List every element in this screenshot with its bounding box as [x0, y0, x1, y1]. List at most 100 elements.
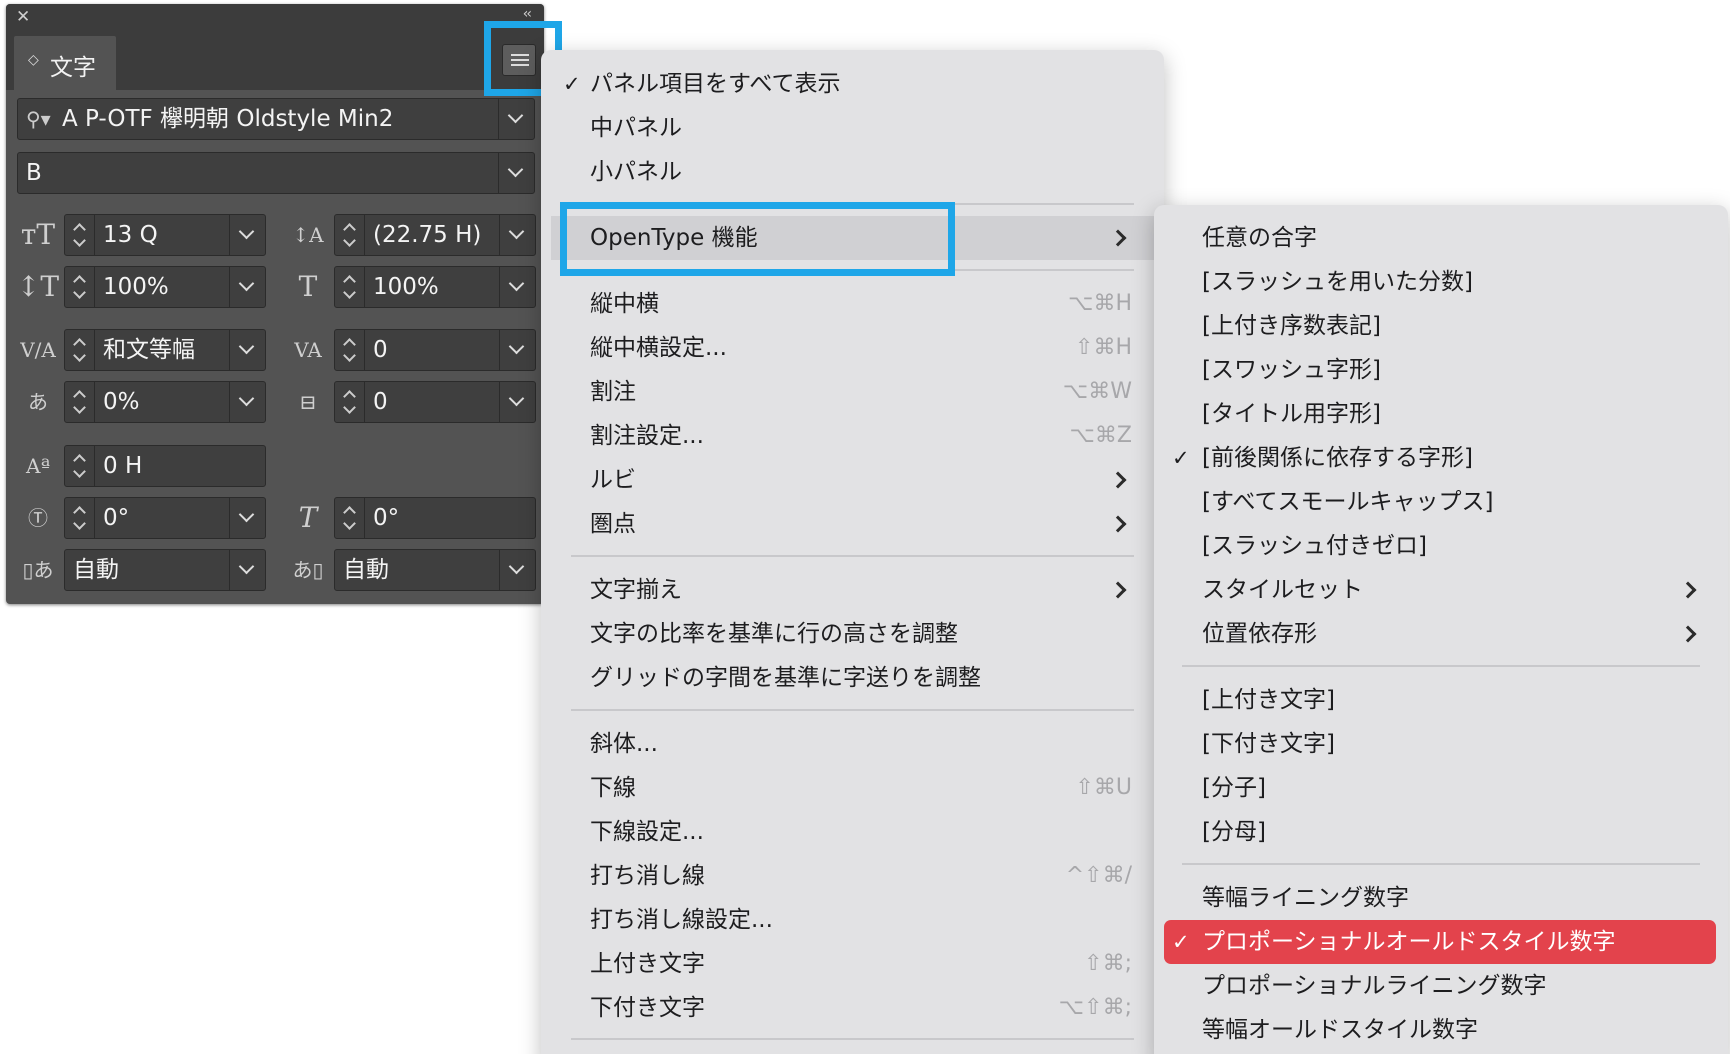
- menu-item[interactable]: ✓ パネル項目をすべて表示: [541, 62, 1164, 106]
- font-size-stepper[interactable]: [65, 215, 95, 255]
- kerning-stepper[interactable]: [65, 330, 95, 370]
- tracking-stepper[interactable]: [335, 330, 365, 370]
- vertical-scale-stepper[interactable]: [65, 267, 95, 307]
- menu-item-label: 圏点: [590, 511, 636, 537]
- menu-item[interactable]: 文字揃え: [541, 568, 1164, 612]
- leading-stepper[interactable]: [335, 215, 365, 255]
- kerning-dropdown[interactable]: [229, 330, 265, 370]
- grid-spacing-field[interactable]: 0: [334, 381, 536, 423]
- menu-item[interactable]: 割注設定... ⌥⌘Z: [541, 414, 1164, 458]
- leading-field[interactable]: (22.75 H): [334, 214, 536, 256]
- font-size-field[interactable]: 13 Q: [64, 214, 266, 256]
- skew-icon: T: [298, 501, 318, 534]
- menu-item-label: 下付き文字: [590, 995, 705, 1021]
- aki-before-dropdown[interactable]: [229, 550, 265, 590]
- aki-after-dropdown[interactable]: [499, 550, 535, 590]
- submenu-item[interactable]: [上付き文字]: [1154, 678, 1728, 722]
- font-size-dropdown[interactable]: [229, 215, 265, 255]
- submenu-item[interactable]: 位置依存形: [1154, 612, 1728, 656]
- submenu-item[interactable]: [スラッシュを用いた分数]: [1154, 260, 1728, 304]
- menu-item[interactable]: 下付き文字 ⌥⇧⌘;: [541, 986, 1164, 1030]
- submenu-item[interactable]: [スラッシュ付きゼロ]: [1154, 524, 1728, 568]
- rotation-stepper[interactable]: [65, 498, 95, 538]
- tracking-field[interactable]: 0: [334, 329, 536, 371]
- font-family-field[interactable]: ⚲▾ A P-OTF 欅明朝 Oldstyle Min2: [17, 98, 535, 140]
- menu-item[interactable]: グリッドの字間を基準に字送りを調整: [541, 656, 1164, 700]
- menu-item[interactable]: 縦中横 ⌥⌘H: [541, 282, 1164, 326]
- tracking-dropdown[interactable]: [499, 330, 535, 370]
- skew-field[interactable]: 0°: [334, 497, 536, 539]
- submenu-item[interactable]: 等幅オールドスタイル数字: [1154, 1008, 1728, 1052]
- menu-item[interactable]: 斜体...: [541, 722, 1164, 766]
- menu-item[interactable]: 打ち消し線 ^⇧⌘/: [541, 854, 1164, 898]
- vertical-scale-field[interactable]: 100%: [64, 266, 266, 308]
- menu-item[interactable]: 打ち消し線設定...: [541, 898, 1164, 942]
- submenu-item[interactable]: ✓ [前後関係に依存する字形]: [1154, 436, 1728, 480]
- tsume-field[interactable]: 0%: [64, 381, 266, 423]
- rotation-field[interactable]: 0°: [64, 497, 266, 539]
- menu-item[interactable]: 下線 ⇧⌘U: [541, 766, 1164, 810]
- submenu-item[interactable]: ✓ プロポーショナルオールドスタイル数字: [1164, 920, 1716, 964]
- tab-character[interactable]: ◇ 文字: [14, 36, 116, 90]
- kerning-field[interactable]: 和文等幅: [64, 329, 266, 371]
- skew-stepper[interactable]: [335, 498, 365, 538]
- submenu-item[interactable]: [すべてスモールキャップス]: [1154, 480, 1728, 524]
- leading-dropdown[interactable]: [499, 215, 535, 255]
- aki-before-value: 自動: [73, 557, 119, 583]
- horizontal-scale-dropdown[interactable]: [499, 267, 535, 307]
- submenu-item-label: [分子]: [1202, 775, 1266, 801]
- shortcut-label: ⌥⌘W: [1062, 379, 1132, 404]
- baseline-shift-field[interactable]: 0 H: [64, 445, 266, 487]
- menu-item-label: 文字の比率を基準に行の高さを調整: [590, 621, 958, 647]
- collapse-icon[interactable]: ‹‹: [523, 6, 532, 22]
- horizontal-scale-value: 100%: [373, 274, 439, 300]
- tracking-icon: VA: [294, 338, 322, 362]
- grid-spacing-dropdown[interactable]: [499, 382, 535, 422]
- font-style-dropdown[interactable]: [498, 153, 534, 193]
- aki-before-icon: ▯あ: [22, 558, 54, 582]
- grid-spacing-icon: ⊟: [299, 390, 317, 414]
- tsume-stepper[interactable]: [65, 382, 95, 422]
- menu-item[interactable]: 縦中横設定... ⇧⌘H: [541, 326, 1164, 370]
- submenu-item[interactable]: [下付き文字]: [1154, 722, 1728, 766]
- aki-after-field[interactable]: 自動: [334, 549, 536, 591]
- submenu-item[interactable]: [タイトル用字形]: [1154, 392, 1728, 436]
- menu-item[interactable]: 上付き文字 ⇧⌘;: [541, 942, 1164, 986]
- grid-spacing-stepper[interactable]: [335, 382, 365, 422]
- menu-item[interactable]: 圏点: [541, 502, 1164, 546]
- menu-item[interactable]: 割注 ⌥⌘W: [541, 370, 1164, 414]
- submenu-item-label: プロポーショナルライニング数字: [1202, 973, 1547, 999]
- menu-separator: [571, 555, 1134, 557]
- submenu-item[interactable]: [分母]: [1154, 810, 1728, 854]
- menu-item[interactable]: ルビ: [541, 458, 1164, 502]
- checkmark-icon: ✓: [1172, 930, 1190, 954]
- tsume-dropdown[interactable]: [229, 382, 265, 422]
- submenu-item[interactable]: プロポーショナルライニング数字: [1154, 964, 1728, 1008]
- submenu-item[interactable]: 任意の合字: [1154, 216, 1728, 260]
- tab-toggle-icon[interactable]: ◇: [28, 52, 39, 68]
- submenu-item[interactable]: [分子]: [1154, 766, 1728, 810]
- submenu-item[interactable]: [スワッシュ字形]: [1154, 348, 1728, 392]
- baseline-shift-stepper[interactable]: [65, 446, 95, 486]
- font-style-field[interactable]: B: [17, 152, 535, 194]
- font-family-dropdown[interactable]: [498, 99, 534, 139]
- submenu-item-label: 等幅ライニング数字: [1202, 885, 1409, 911]
- submenu-item[interactable]: 等幅ライニング数字: [1154, 876, 1728, 920]
- menu-item[interactable]: 小パネル: [541, 150, 1164, 194]
- aki-before-field[interactable]: 自動: [64, 549, 266, 591]
- horizontal-scale-field[interactable]: 100%: [334, 266, 536, 308]
- menu-item[interactable]: 中パネル: [541, 106, 1164, 150]
- vertical-scale-dropdown[interactable]: [229, 267, 265, 307]
- submenu-item[interactable]: [上付き序数表記]: [1154, 304, 1728, 348]
- submenu-item[interactable]: スタイルセット: [1154, 568, 1728, 612]
- menu-item[interactable]: 文字の比率を基準に行の高さを調整: [541, 612, 1164, 656]
- menu-item-label: 割注: [590, 379, 636, 405]
- rotation-dropdown[interactable]: [229, 498, 265, 538]
- menu-separator: [1182, 863, 1700, 865]
- menu-item[interactable]: 下線設定...: [541, 810, 1164, 854]
- submenu-item-label: [スラッシュ付きゼロ]: [1202, 533, 1427, 559]
- close-icon[interactable]: ✕: [16, 7, 30, 27]
- opentype-highlight: [560, 202, 955, 276]
- horizontal-scale-stepper[interactable]: [335, 267, 365, 307]
- kerning-icon: V/A: [20, 338, 56, 362]
